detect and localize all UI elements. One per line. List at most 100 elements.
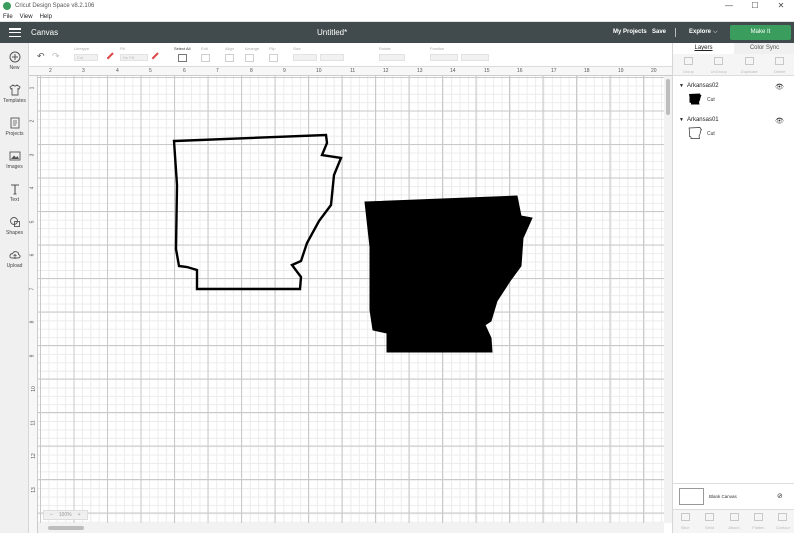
blank-canvas-layer[interactable]: Blank Canvas ⊘ xyxy=(673,483,794,507)
my-projects-button[interactable]: My Projects xyxy=(613,29,647,35)
nav-templates[interactable]: Templates xyxy=(0,84,29,104)
layer-arkansas01[interactable]: ▼ Arkansas01 👁 Cut xyxy=(673,117,794,147)
weld-label: Weld xyxy=(705,525,715,530)
chevron-down-icon[interactable]: ⌵ xyxy=(713,29,718,36)
contour-button[interactable]: Contour xyxy=(771,510,794,533)
images-icon xyxy=(9,150,21,162)
section-title: Canvas xyxy=(31,28,59,37)
hamburger-menu-icon[interactable] xyxy=(9,28,21,37)
menu-help[interactable]: Help xyxy=(40,14,52,20)
slice-icon xyxy=(680,513,690,521)
zoom-in-button[interactable]: + xyxy=(78,512,81,518)
select-all-label: Select All xyxy=(174,46,191,51)
edit-icon[interactable] xyxy=(201,54,210,62)
position-x-field[interactable] xyxy=(430,54,458,61)
edit-toolbar: ↶ ↷ Linetype Cut Fill No Fill Select All… xyxy=(29,43,672,67)
layer-thumbnail xyxy=(689,93,702,105)
arrange-group: Arrange xyxy=(245,46,259,62)
layer-tools: Group UnGroup Duplicate Delete xyxy=(673,54,794,76)
attach-button[interactable]: Attach xyxy=(722,510,746,533)
minimize-button[interactable]: — xyxy=(716,0,742,12)
align-icon[interactable] xyxy=(225,54,234,62)
layer-type: Cut xyxy=(707,97,715,103)
canvas-shapes xyxy=(172,133,533,353)
weld-icon xyxy=(705,513,715,521)
tab-color-sync[interactable]: Color Sync xyxy=(734,43,794,54)
ungroup-button[interactable]: UnGroup xyxy=(704,54,735,75)
size-height-field[interactable] xyxy=(320,54,345,61)
size-group: Size xyxy=(293,46,346,61)
layer-thumbnail xyxy=(688,127,702,139)
app-header: Canvas Untitled* My Projects Save Explor… xyxy=(0,22,794,43)
flip-icon[interactable] xyxy=(269,54,278,62)
align-label: Align xyxy=(225,46,234,51)
maximize-button[interactable]: ☐ xyxy=(742,0,768,12)
linetype-select[interactable]: Cut xyxy=(74,54,98,61)
fill-select[interactable]: No Fill xyxy=(120,54,148,61)
nav-text[interactable]: Text xyxy=(0,183,29,203)
collapse-arrow-icon[interactable]: ▼ xyxy=(679,117,684,123)
blank-canvas-swatch[interactable] xyxy=(679,488,704,505)
vertical-scroll-thumb[interactable] xyxy=(666,79,670,115)
arrange-icon[interactable] xyxy=(245,54,254,62)
collapse-arrow-icon[interactable]: ▼ xyxy=(679,83,684,89)
zoom-out-button[interactable]: – xyxy=(50,512,53,518)
contour-icon xyxy=(778,513,788,521)
select-all-icon[interactable] xyxy=(178,54,187,62)
weld-button[interactable]: Weld xyxy=(697,510,721,533)
header-separator xyxy=(675,28,676,37)
nav-text-label: Text xyxy=(9,197,20,203)
arkansas01-outline-shape[interactable] xyxy=(172,133,343,291)
arrange-label: Arrange xyxy=(245,46,260,51)
horizontal-scrollbar[interactable] xyxy=(38,523,664,533)
eye-icon[interactable]: 👁 xyxy=(775,117,784,125)
flatten-button[interactable]: Flatten xyxy=(746,510,770,533)
undo-icon[interactable]: ↶ xyxy=(37,51,45,62)
nav-new[interactable]: New xyxy=(0,51,29,71)
delete-button[interactable]: Delete xyxy=(765,54,794,75)
nav-projects-label: Projects xyxy=(5,131,24,137)
position-group: Position xyxy=(430,46,491,61)
document-title: Untitled* xyxy=(317,28,348,37)
flip-group: Flip xyxy=(269,46,280,62)
nav-images[interactable]: Images xyxy=(0,150,29,170)
flatten-icon xyxy=(753,513,763,521)
arkansas02-filled-shape[interactable] xyxy=(364,195,533,353)
shirt-icon xyxy=(8,84,21,96)
fill-label: Fill xyxy=(120,46,126,51)
nav-shapes[interactable]: Shapes xyxy=(0,216,29,236)
attach-label: Attach xyxy=(728,525,740,530)
explore-button[interactable]: Explore xyxy=(689,29,711,35)
horizontal-scroll-thumb[interactable] xyxy=(48,526,84,530)
nav-upload[interactable]: Upload xyxy=(0,249,29,269)
vertical-scrollbar[interactable] xyxy=(664,76,672,523)
blank-canvas-label: Blank Canvas xyxy=(709,494,737,499)
linetype-pen-icon[interactable] xyxy=(106,52,114,60)
save-button[interactable]: Save xyxy=(652,29,666,35)
close-button[interactable]: ✕ xyxy=(768,0,794,12)
duplicate-button[interactable]: Duplicate xyxy=(734,54,765,75)
nav-projects[interactable]: Projects xyxy=(0,117,29,137)
size-width-field[interactable] xyxy=(293,54,317,61)
eye-hidden-icon[interactable]: ⊘ xyxy=(777,492,783,500)
linetype-group: Linetype Cut xyxy=(74,46,100,61)
slice-button[interactable]: Slice xyxy=(673,510,697,533)
size-label: Size xyxy=(293,46,301,51)
design-canvas[interactable]: 2 3 4 5 6 7 8 9 10 11 12 13 14 15 16 17 … xyxy=(29,67,672,533)
window-controls: — ☐ ✕ xyxy=(716,0,794,12)
tab-layers[interactable]: Layers xyxy=(673,43,734,54)
menu-file[interactable]: File xyxy=(3,14,13,20)
menu-view[interactable]: View xyxy=(20,14,33,20)
rotate-field[interactable] xyxy=(379,54,405,61)
group-button[interactable]: Group xyxy=(673,54,704,75)
layer-arkansas02[interactable]: ▼ Arkansas02 👁 Cut xyxy=(673,83,794,113)
window-title: Cricut Design Space v8.2.106 xyxy=(15,3,95,9)
redo-icon[interactable]: ↷ xyxy=(52,51,60,62)
make-it-button[interactable]: Make It xyxy=(730,25,791,40)
eye-icon[interactable]: 👁 xyxy=(775,83,784,91)
ungroup-icon xyxy=(714,57,724,65)
zoom-control: – 100% + xyxy=(43,510,88,520)
position-y-field[interactable] xyxy=(461,54,490,61)
fill-pen-icon[interactable] xyxy=(151,52,159,60)
upload-icon xyxy=(8,249,21,261)
